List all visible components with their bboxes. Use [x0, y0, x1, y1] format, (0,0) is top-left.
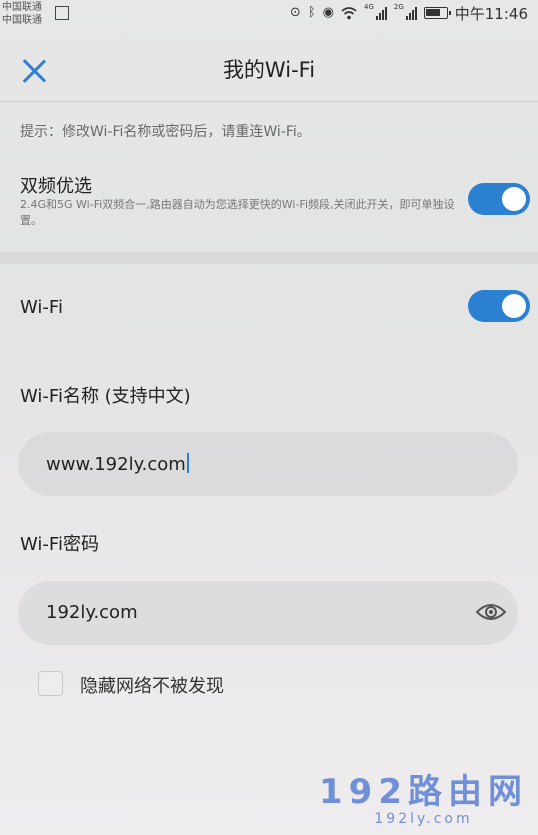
watermark-main: 192路由网	[319, 772, 528, 812]
header-divider	[0, 101, 538, 102]
eye-care-icon: ◉	[322, 5, 334, 20]
app-header: 我的Wi-Fi	[0, 40, 538, 98]
battery-icon	[423, 7, 451, 19]
wifi-name-value: www.192ly.com	[46, 454, 186, 475]
watermark: 192路由网 192ly.com	[319, 764, 528, 827]
wifi-icon	[341, 6, 357, 19]
clock: 中午11:46	[454, 4, 528, 23]
toggle-knob	[502, 187, 526, 211]
wifi-password-value: 192ly.com	[46, 602, 138, 623]
hide-network-checkbox[interactable]	[38, 671, 63, 696]
hint-text: 提示：修改Wi-Fi名称或密码后，请重连Wi-Fi。	[20, 124, 311, 140]
eye-icon[interactable]	[476, 601, 506, 623]
section-separator	[0, 252, 538, 264]
signal-icon-1	[375, 6, 387, 20]
carrier-info: 中国联通 中国联通	[2, 1, 42, 27]
wifi-name-label: Wi-Fi名称 (支持中文)	[20, 386, 191, 407]
carrier-2: 中国联通	[2, 15, 42, 26]
wifi-settings-screen: 中国联通 中国联通 ⊙ ᛒ ◉ 4G 2G 中午11:46 我的Wi-Fi 提示…	[0, 0, 538, 835]
gallery-notification-icon	[55, 6, 69, 20]
status-bar: 中国联通 中国联通 ⊙ ᛒ ◉ 4G 2G 中午11:46	[0, 0, 538, 32]
location-icon: ⊙	[289, 5, 301, 20]
net-type-2g: 2G	[393, 3, 404, 11]
status-icons: ⊙ ᛒ ◉ 4G 2G 中午11:46	[290, 3, 528, 23]
dual-band-title: 双频优选	[20, 176, 92, 197]
toggle-knob	[502, 294, 526, 318]
watermark-sub: 192ly.com	[374, 811, 473, 827]
dual-band-toggle[interactable]	[468, 183, 530, 215]
bluetooth-icon: ᛒ	[307, 5, 316, 20]
wifi-name-input[interactable]: www.192ly.com	[18, 432, 518, 496]
dual-band-description: 2.4G和5G Wi-Fi双频合一,路由器自动为您选择更快的Wi-Fi频段,关闭…	[20, 198, 455, 227]
wifi-name-value-wrap: www.192ly.com	[46, 453, 189, 475]
hide-network-label: 隐藏网络不被发现	[80, 676, 224, 697]
signal-icon-2	[405, 6, 417, 20]
wifi-password-input[interactable]: 192ly.com	[18, 581, 518, 645]
text-cursor	[186, 453, 189, 473]
net-type-4g: 4G	[363, 3, 374, 11]
page-title: 我的Wi-Fi	[222, 58, 316, 82]
wifi-password-label: Wi-Fi密码	[20, 534, 99, 555]
wifi-toggle[interactable]	[468, 290, 530, 322]
carrier-1: 中国联通	[2, 2, 42, 13]
wifi-label: Wi-Fi	[20, 297, 63, 318]
